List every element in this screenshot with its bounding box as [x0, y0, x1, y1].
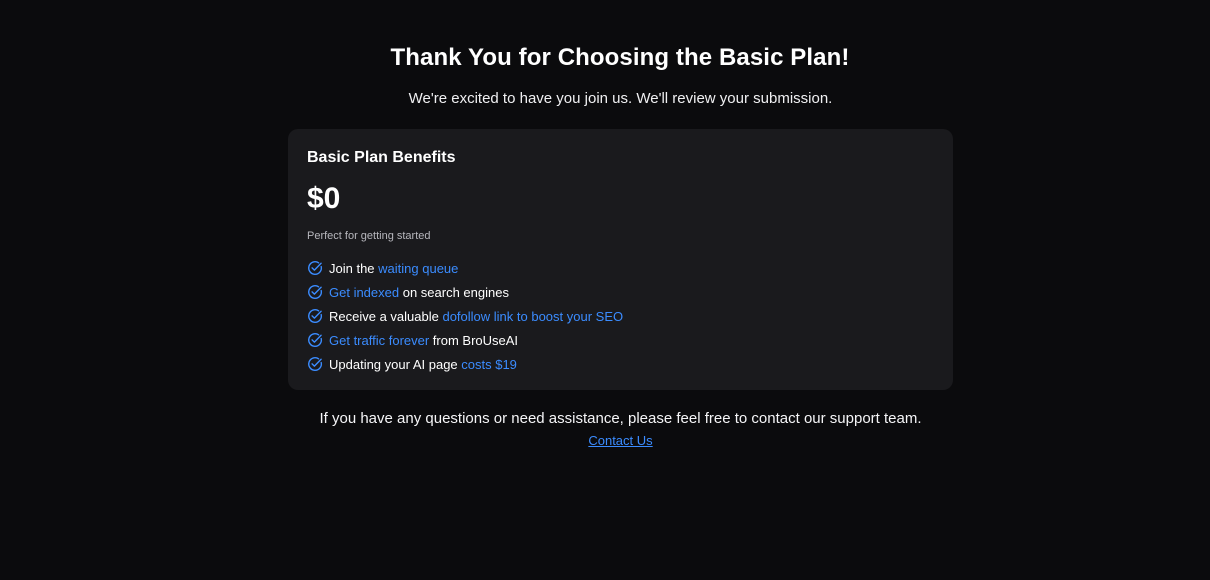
benefit-item: Receive a valuable dofollow link to boos…: [307, 304, 623, 328]
benefit-text: Join the waiting queue: [329, 260, 459, 276]
page-title: Thank You for Choosing the Basic Plan!: [390, 44, 850, 71]
contact-link-container: Contact Us: [0, 433, 1210, 448]
confirmation-page: Thank You for Choosing the Basic Plan! W…: [0, 0, 1210, 580]
benefit-text: Get traffic forever from BroUseAI: [329, 332, 519, 348]
page-subtitle: We're excited to have you join us. We'll…: [408, 90, 833, 107]
benefit-item: Get traffic forever from BroUseAI: [307, 328, 623, 352]
benefit-item: Get indexed on search engines: [307, 280, 623, 304]
benefit-highlight: Get traffic forever: [329, 332, 430, 348]
benefits-list: Join the waiting queue Get indexed on se…: [307, 256, 623, 376]
support-text: If you have any questions or need assist…: [319, 410, 922, 427]
card-title: Basic Plan Benefits: [307, 149, 456, 166]
check-circle-icon: [308, 285, 323, 299]
benefit-highlight: costs $19: [461, 356, 517, 372]
check-circle-icon: [308, 357, 323, 371]
plan-tagline: Perfect for getting started: [307, 230, 431, 242]
benefit-highlight: Get indexed: [329, 284, 400, 300]
benefit-highlight: dofollow link to boost your SEO: [442, 308, 624, 324]
benefit-item: Updating your AI page costs $19: [307, 352, 623, 376]
check-circle-icon: [308, 261, 323, 275]
plan-price: $0: [307, 182, 341, 215]
benefit-text: Updating your AI page costs $19: [329, 356, 517, 372]
benefit-item: Join the waiting queue: [307, 256, 623, 280]
benefit-text: Get indexed on search engines: [329, 284, 509, 300]
check-circle-icon: [308, 309, 323, 323]
plan-benefits-card: Basic Plan Benefits $0 Perfect for getti…: [288, 129, 953, 390]
benefit-highlight: waiting queue: [378, 260, 459, 276]
contact-us-link[interactable]: Contact Us: [588, 433, 652, 448]
benefit-text: Receive a valuable dofollow link to boos…: [329, 308, 624, 324]
check-circle-icon: [308, 333, 323, 347]
